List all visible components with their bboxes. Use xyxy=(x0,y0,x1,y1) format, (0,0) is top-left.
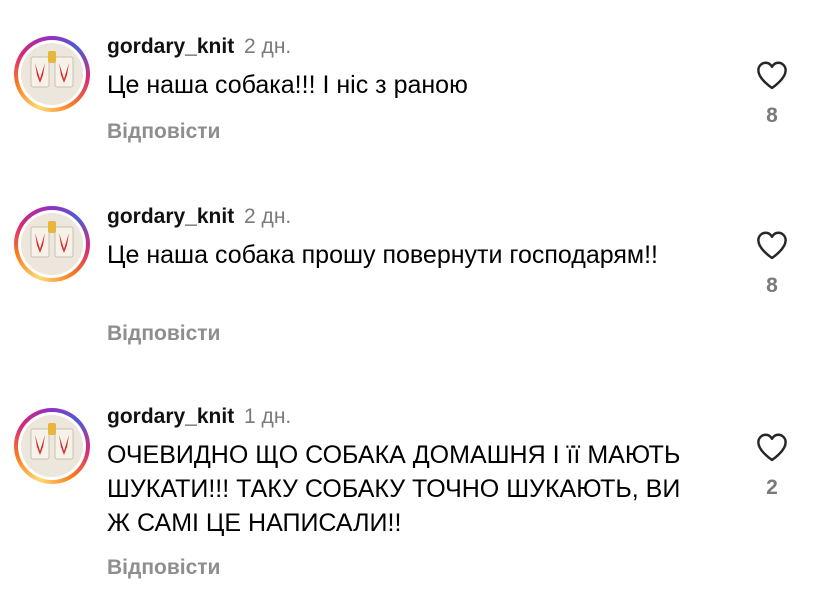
comment-header: gordary_knit 1 дн. xyxy=(107,405,291,429)
comment-item: gordary_knit 1 дн. ОЧЕВИДНО ЩО СОБАКА ДО… xyxy=(0,372,828,602)
reply-button[interactable]: Відповісти xyxy=(107,322,220,346)
username[interactable]: gordary_knit xyxy=(107,205,234,228)
comment-text: Це наша собака прошу повернути господаря… xyxy=(107,241,658,269)
comment-header: gordary_knit 2 дн. xyxy=(107,205,291,229)
avatar xyxy=(21,415,83,477)
heart-outline-icon[interactable] xyxy=(755,60,789,90)
avatar-frame xyxy=(18,210,86,278)
timestamp: 2 дн. xyxy=(244,35,292,58)
timestamp: 2 дн. xyxy=(244,205,292,228)
timestamp: 1 дн. xyxy=(244,405,292,428)
like-control: 8 xyxy=(752,230,792,298)
username[interactable]: gordary_knit xyxy=(107,405,234,428)
comment-header: gordary_knit 2 дн. xyxy=(107,35,291,59)
story-ring[interactable] xyxy=(14,206,90,282)
comment-item: gordary_knit 2 дн. Це наша собака прошу … xyxy=(0,170,828,370)
avatar xyxy=(21,213,83,275)
like-count: 8 xyxy=(766,274,778,297)
reply-button[interactable]: Відповісти xyxy=(107,120,220,144)
reply-button[interactable]: Відповісти xyxy=(107,556,220,580)
heart-outline-icon[interactable] xyxy=(755,432,789,462)
knitted-trident-avatar-icon xyxy=(21,415,83,477)
knitted-trident-avatar-icon xyxy=(21,213,83,275)
like-count: 2 xyxy=(766,476,778,499)
like-control: 8 xyxy=(752,60,792,128)
username[interactable]: gordary_knit xyxy=(107,35,234,58)
like-control: 2 xyxy=(752,432,792,500)
avatar-frame xyxy=(18,412,86,480)
knitted-trident-avatar-icon xyxy=(21,43,83,105)
avatar-frame xyxy=(18,40,86,108)
comment-item: gordary_knit 2 дн. Це наша собака!!! І н… xyxy=(0,0,828,170)
avatar xyxy=(21,43,83,105)
like-count: 8 xyxy=(766,104,778,127)
comment-text: Це наша собака!!! І ніс з раною xyxy=(107,71,468,99)
story-ring[interactable] xyxy=(14,408,90,484)
story-ring[interactable] xyxy=(14,36,90,112)
heart-outline-icon[interactable] xyxy=(755,230,789,260)
comment-text: ОЧЕВИДНО ЩО СОБАКА ДОМАШНЯ І її МАЮТЬ ШУ… xyxy=(107,441,681,537)
